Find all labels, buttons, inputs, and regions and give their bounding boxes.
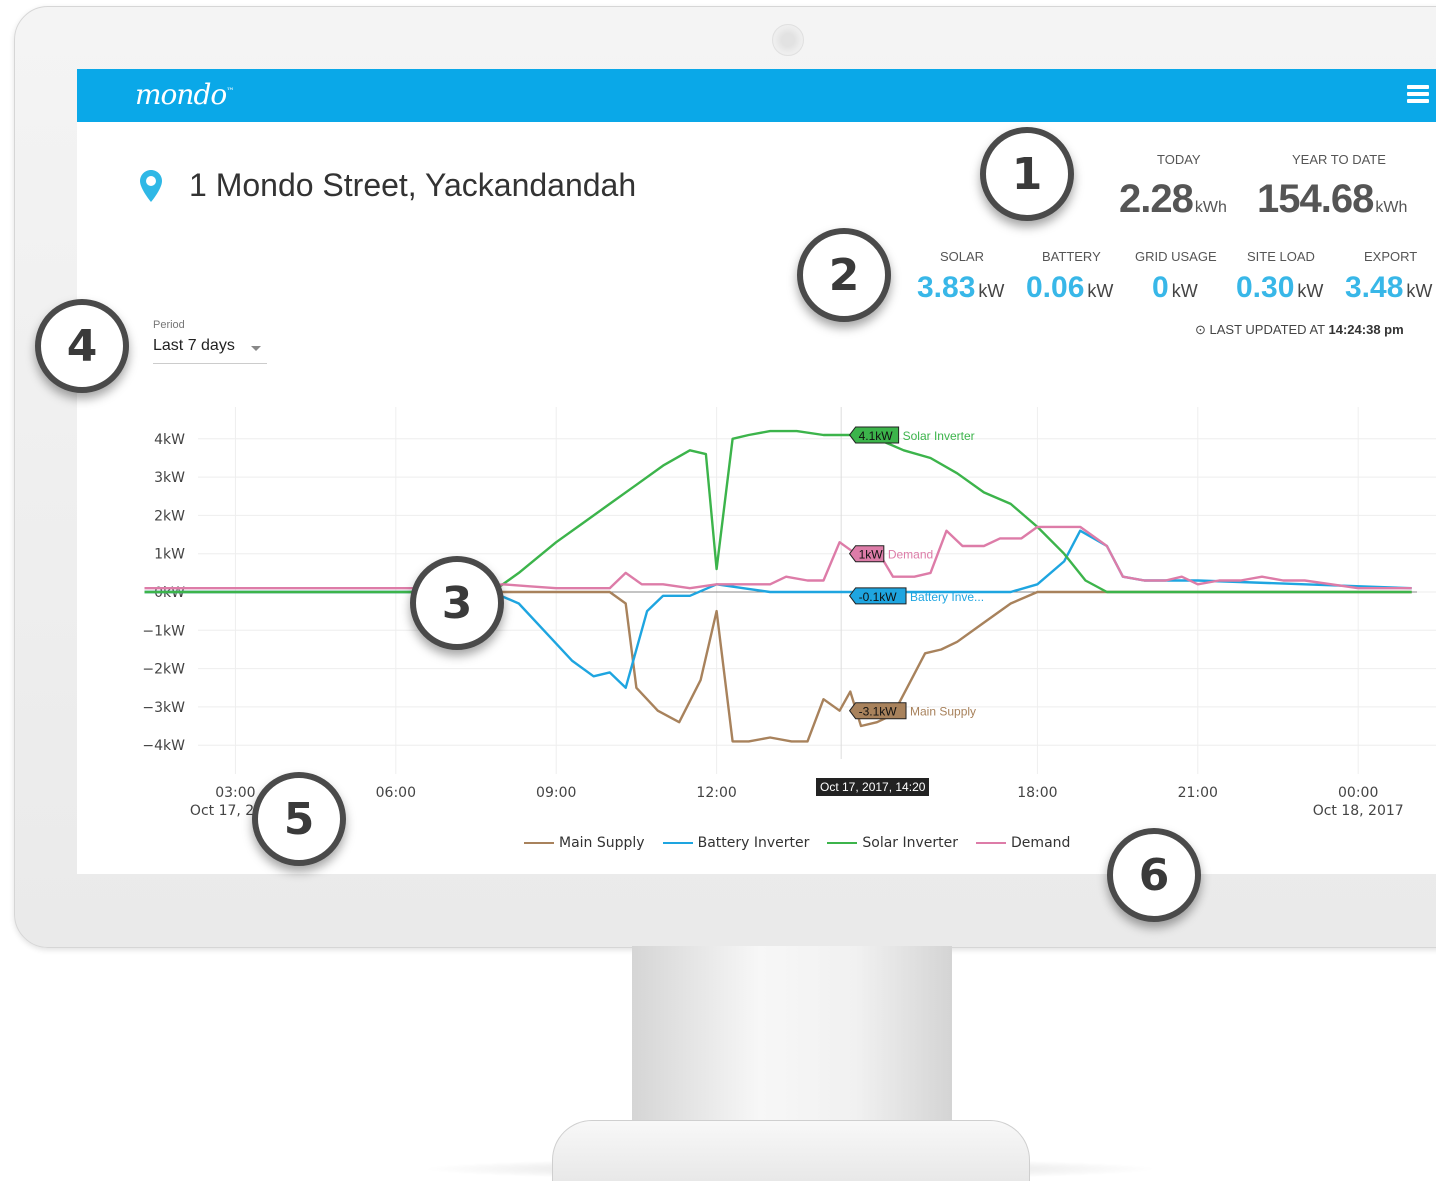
y-tick-label: −4kW <box>142 738 185 754</box>
y-tick-label: −3kW <box>142 700 185 716</box>
power-chart[interactable]: 4kW3kW2kW1kW0kW−1kW−2kW−3kW−4kW03:00Oct … <box>77 69 1436 874</box>
series-line-battery <box>144 529 1412 689</box>
hover-value-solar: 4.1kW <box>859 429 894 443</box>
y-tick-label: −1kW <box>142 623 185 639</box>
hover-value-demand: 1kW <box>859 548 884 562</box>
camera-icon <box>772 24 804 56</box>
x-tick-sublabel: Oct 18, 2017 <box>1313 803 1404 819</box>
x-tick-label: 09:00 <box>536 785 576 801</box>
legend-solar-inverter[interactable]: Solar Inverter <box>827 835 958 851</box>
x-tick-label: 03:00 <box>215 785 255 801</box>
chart-legend: Main Supply Battery Inverter Solar Inver… <box>524 835 1088 851</box>
callout-6: 6 <box>1107 828 1201 922</box>
hover-series-name-battery: Battery Inve... <box>910 590 984 604</box>
y-tick-label: 1kW <box>154 547 185 563</box>
callout-2: 2 <box>797 228 891 322</box>
monitor-stand-neck <box>632 946 952 1146</box>
callout-4: 4 <box>35 299 129 393</box>
x-tick-label: 12:00 <box>696 785 736 801</box>
x-tick-label: 00:00 <box>1338 785 1378 801</box>
hover-series-name-demand: Demand <box>888 548 933 562</box>
app-screen: mondo™ 1 Mondo Street, Yackandandah TODA… <box>77 69 1436 874</box>
hover-series-name-main: Main Supply <box>910 705 976 719</box>
callout-3: 3 <box>410 556 504 650</box>
x-tick-label: 18:00 <box>1017 785 1057 801</box>
y-tick-label: 2kW <box>154 508 185 524</box>
legend-main-supply[interactable]: Main Supply <box>524 835 645 851</box>
x-tick-label: 21:00 <box>1178 785 1218 801</box>
legend-demand[interactable]: Demand <box>976 835 1070 851</box>
series-line-solar <box>144 429 1412 594</box>
y-tick-label: 3kW <box>154 470 185 486</box>
callout-1: 1 <box>980 127 1074 221</box>
hover-series-name-solar: Solar Inverter <box>903 429 975 443</box>
y-tick-label: 4kW <box>154 432 185 448</box>
x-tick-label: 06:00 <box>376 785 416 801</box>
monitor-stand-base <box>552 1120 1030 1181</box>
hover-time-tooltip: Oct 17, 2017, 14:20 <box>816 778 930 796</box>
series-line-main <box>144 590 1412 743</box>
hover-value-main: -3.1kW <box>859 705 898 719</box>
y-tick-label: −2kW <box>142 662 185 678</box>
legend-battery-inverter[interactable]: Battery Inverter <box>662 835 809 851</box>
callout-5: 5 <box>252 772 346 866</box>
series-line-demand <box>144 525 1412 590</box>
hover-value-battery: -0.1kW <box>859 590 898 604</box>
